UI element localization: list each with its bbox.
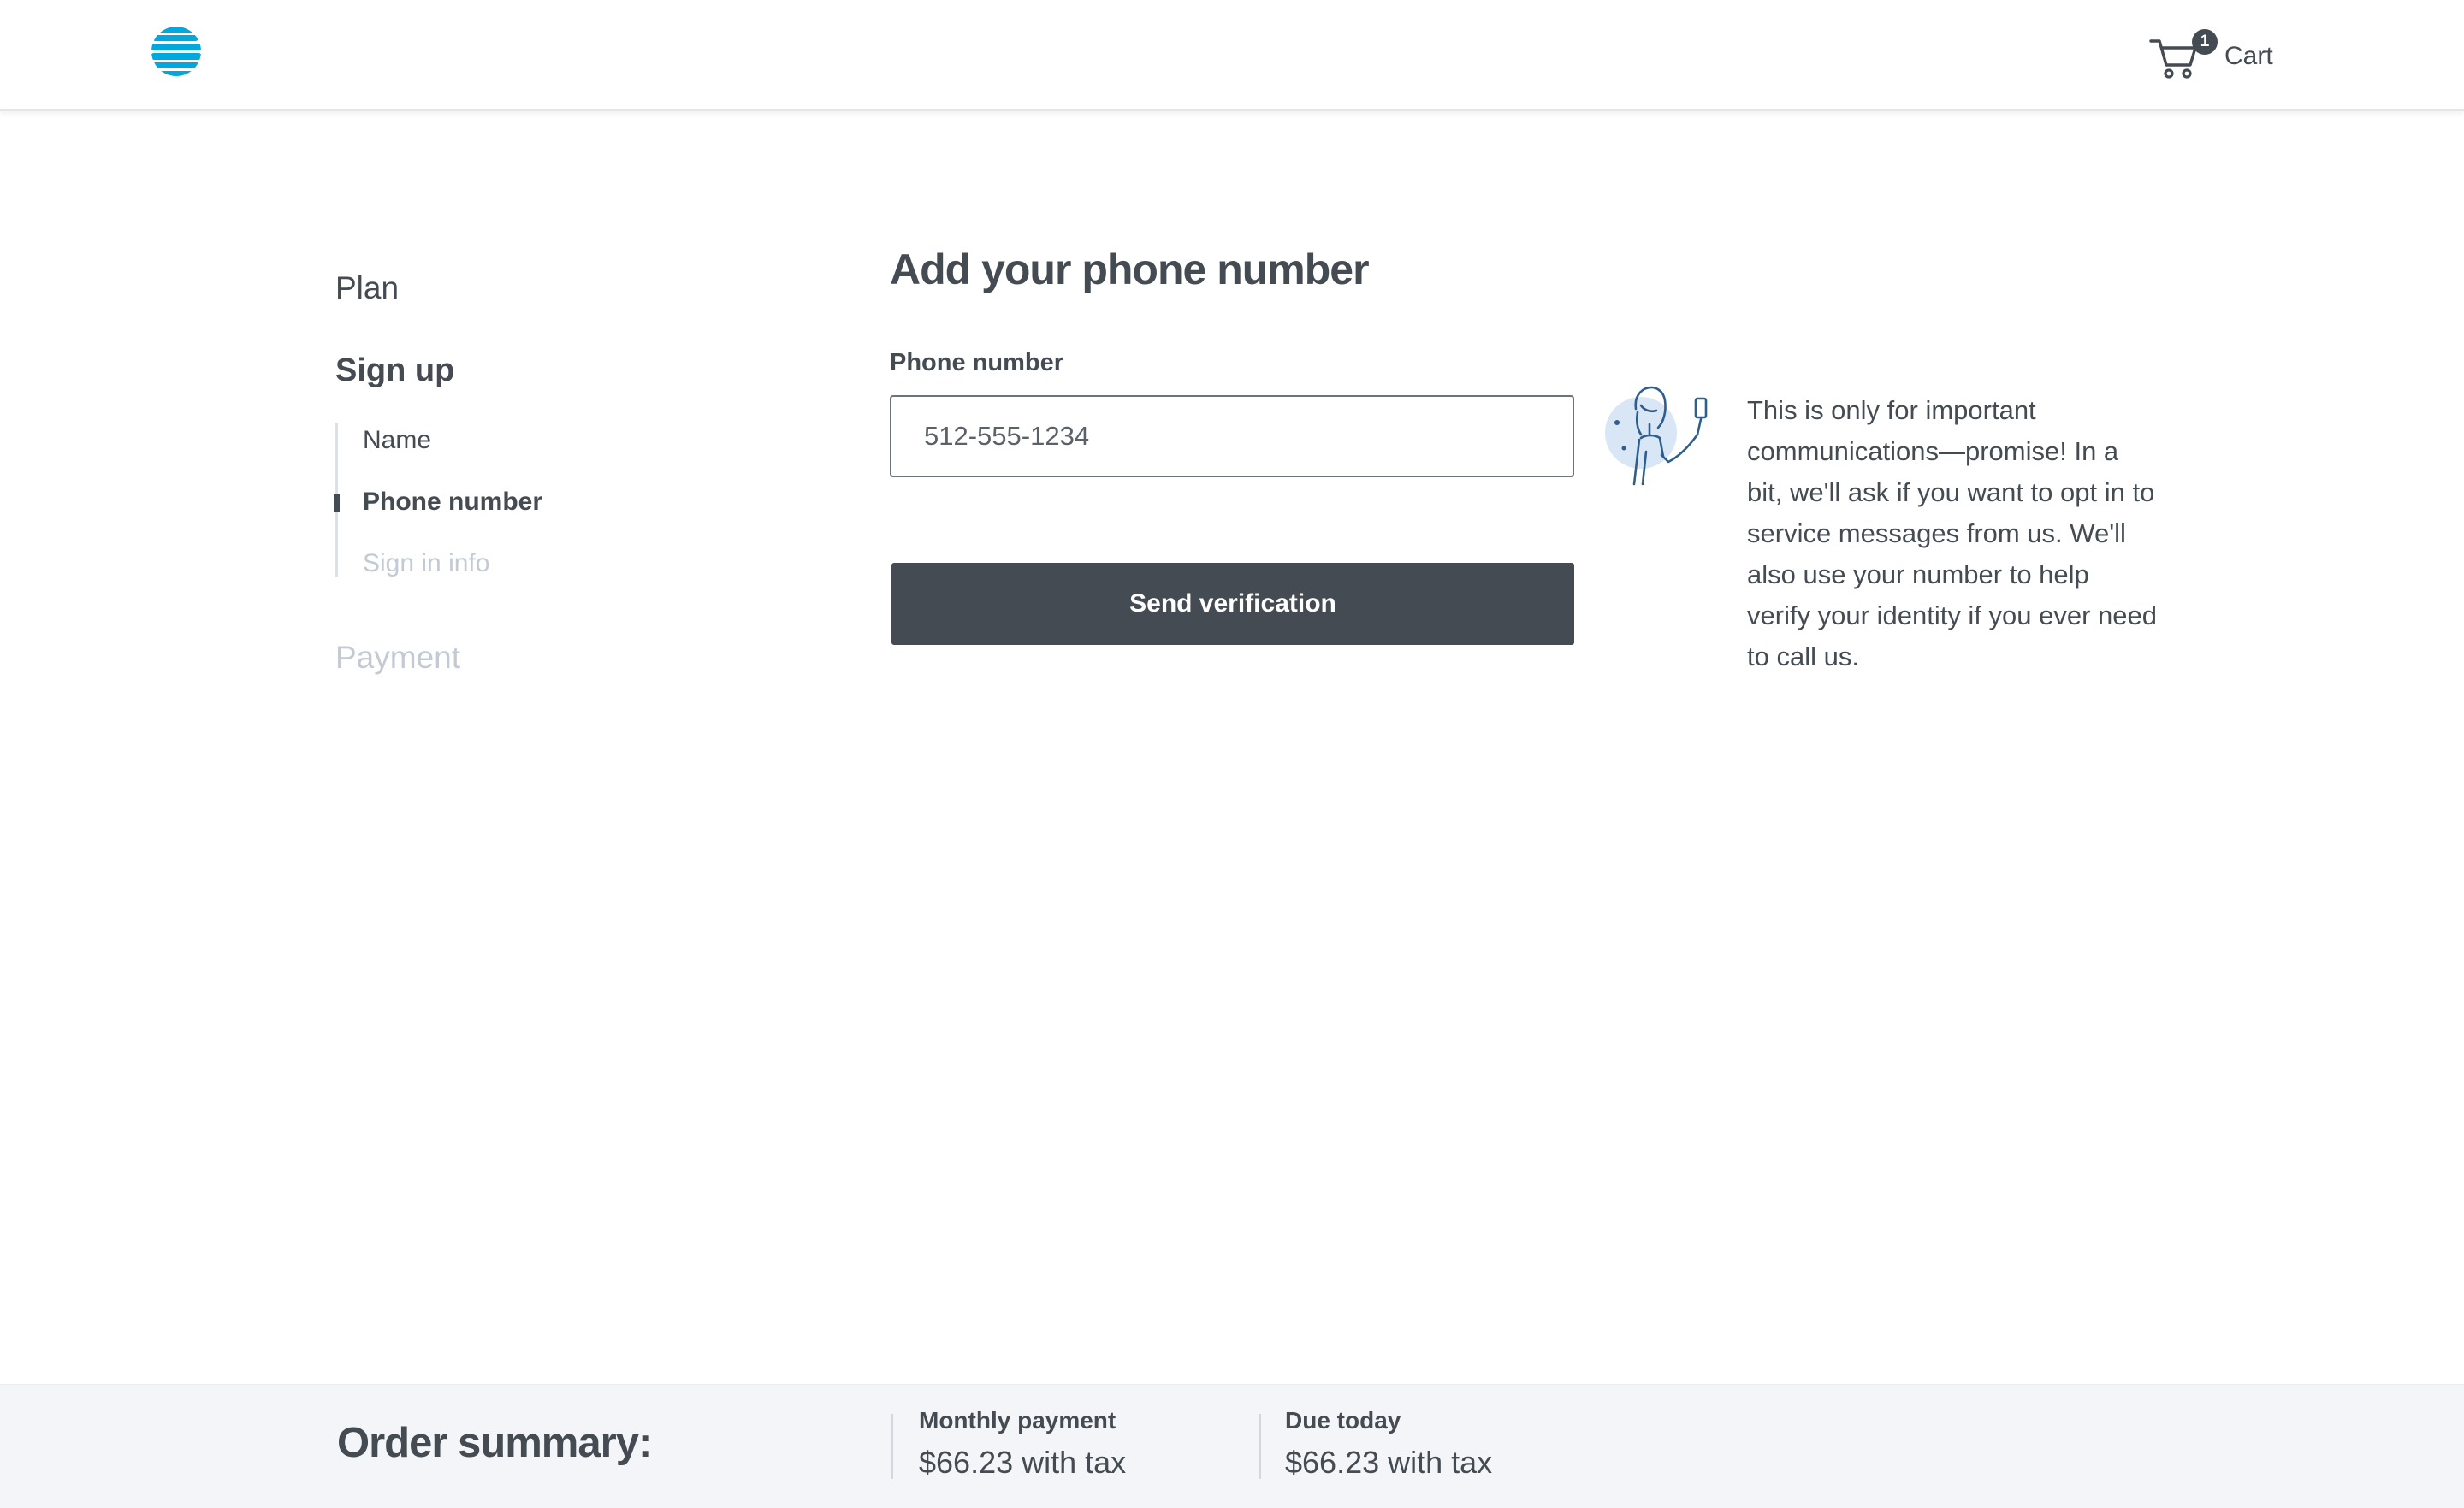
page-title: Add your phone number (890, 245, 1370, 293)
cart-label: Cart (2224, 42, 2273, 70)
substep-name[interactable]: Name (363, 426, 431, 455)
phone-number-label: Phone number (890, 349, 1064, 376)
site-header: 1 Cart (0, 0, 2464, 111)
sign-up-substeps: Name Phone number Sign in info (334, 423, 680, 577)
monthly-payment: Monthly payment $66.23 with tax (919, 1407, 1126, 1481)
send-verification-button[interactable]: Send verification (891, 563, 1574, 645)
phone-number-input[interactable] (890, 395, 1574, 477)
due-today: Due today $66.23 with tax (1285, 1407, 1492, 1481)
substep-phone-number: Phone number (363, 488, 543, 516)
order-summary-bar: Order summary: Monthly payment $66.23 wi… (0, 1384, 2464, 1508)
monthly-payment-label: Monthly payment (919, 1407, 1116, 1434)
cart-link[interactable]: 1 Cart (2149, 29, 2273, 80)
order-summary-title: Order summary: (337, 1420, 652, 1466)
due-today-amount: $66.23 with tax (1285, 1445, 1493, 1480)
att-logo-icon[interactable] (151, 26, 202, 77)
substep-sign-in-info: Sign in info (363, 549, 490, 577)
summary-divider (1259, 1414, 1261, 1479)
active-step-marker (334, 494, 340, 512)
woman-with-phone-illustration-icon (1602, 375, 1715, 486)
due-today-label: Due today (1285, 1407, 1401, 1434)
cart-count-badge: 1 (2192, 29, 2218, 55)
cart-icon: 1 (2149, 29, 2218, 80)
step-payment: Payment (335, 640, 461, 675)
step-sign-up: Sign up (335, 352, 455, 388)
monthly-payment-amount: $66.23 with tax (919, 1445, 1127, 1480)
step-plan[interactable]: Plan (335, 270, 399, 306)
summary-divider (891, 1414, 893, 1479)
phone-info-text: This is only for important communication… (1747, 395, 2158, 671)
